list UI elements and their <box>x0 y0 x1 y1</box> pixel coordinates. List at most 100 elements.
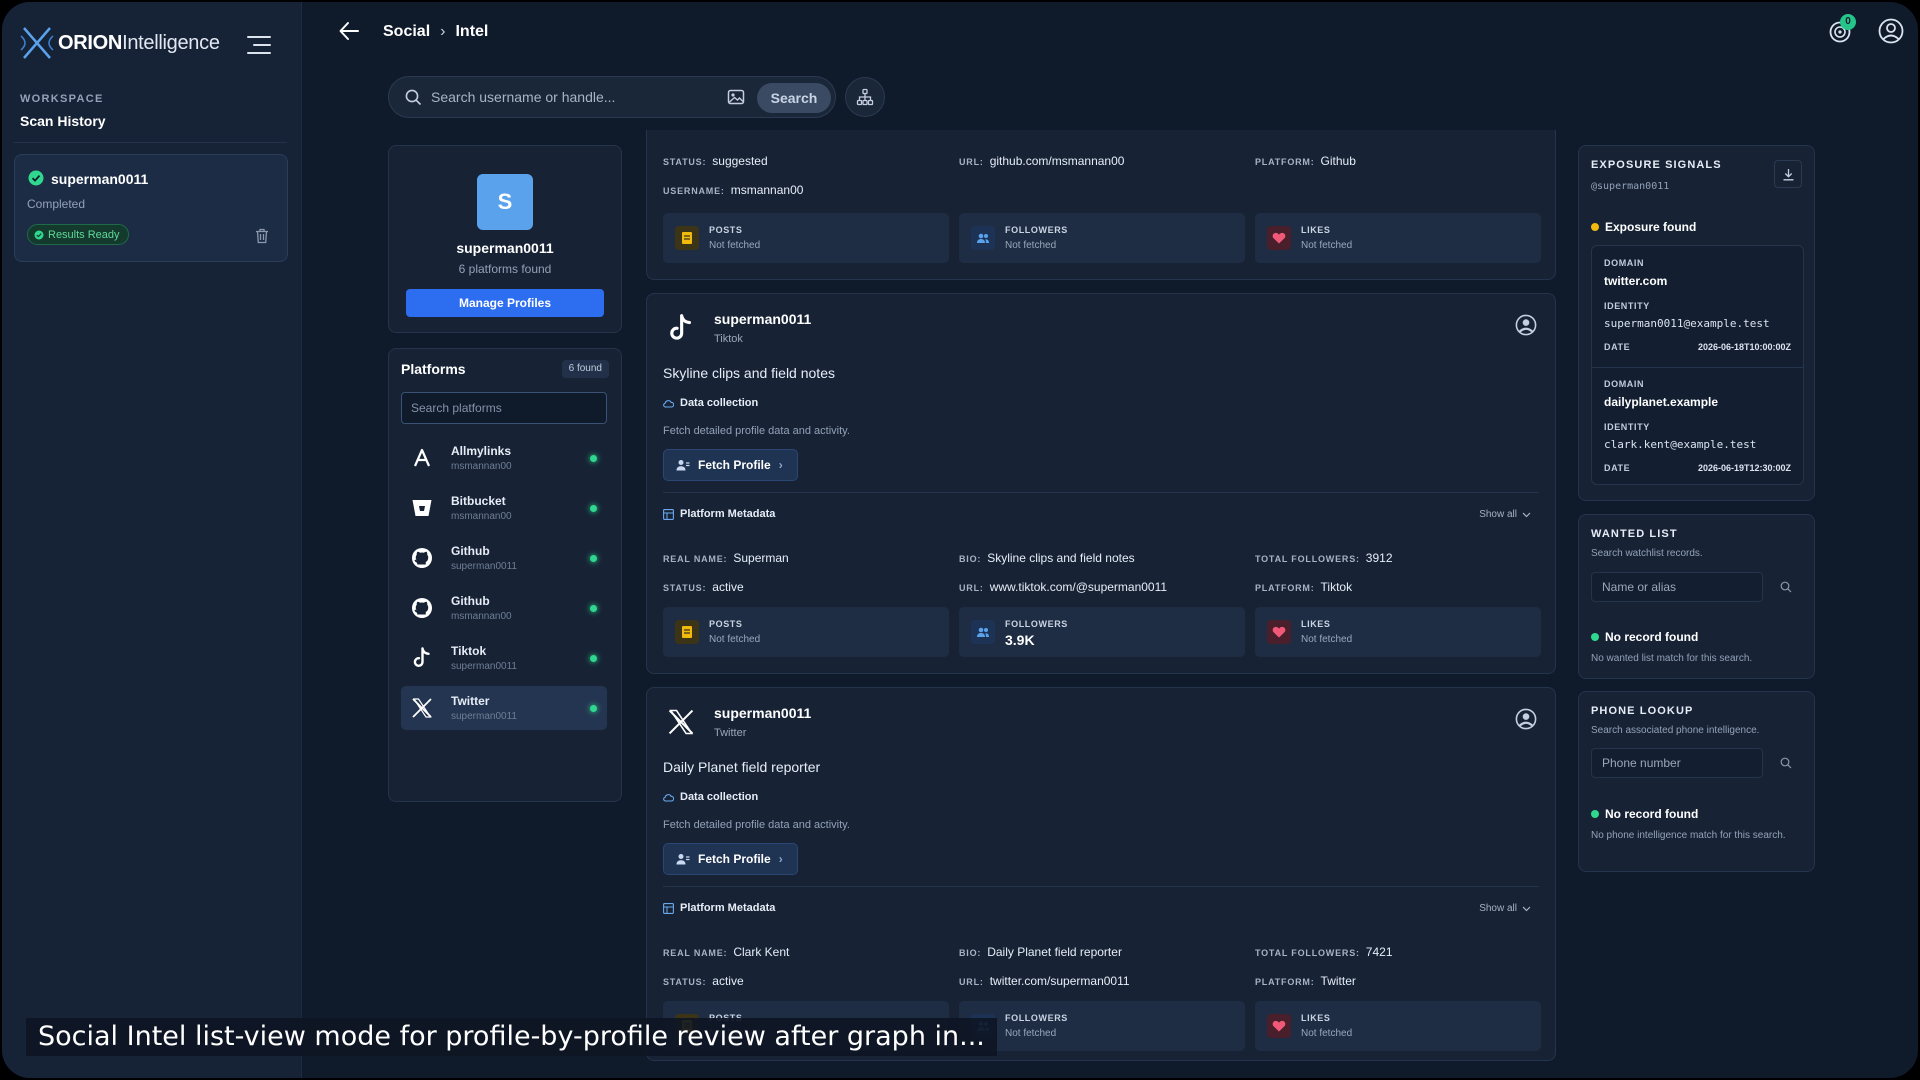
result-bio: Skyline clips and field notes <box>663 365 835 381</box>
platform-item-bitbucket[interactable]: Bitbucket msmannan00 <box>401 486 607 530</box>
cloud-icon <box>663 794 674 802</box>
download-button[interactable] <box>1774 160 1802 188</box>
user-list-icon <box>676 460 690 471</box>
tiktok-bio-field: BIO: Skyline clips and field notes <box>959 551 1135 565</box>
check-circle-icon <box>28 170 44 191</box>
show-all-toggle[interactable]: Show all <box>1479 903 1531 914</box>
platform-item-twitter[interactable]: Twitter superman0011 <box>401 686 607 730</box>
brand-logo[interactable]: ORIONIntelligence <box>20 24 220 62</box>
notifications-button[interactable]: 0 <box>1828 14 1856 49</box>
exposure-signals-panel: EXPOSURE SIGNALS @superman0011 Exposure … <box>1578 145 1815 501</box>
stat-label: POSTS <box>709 619 743 629</box>
phone-result-label: No record found <box>1605 807 1699 821</box>
network-graph-icon <box>856 88 874 106</box>
show-all-label: Show all <box>1479 903 1517 914</box>
tiktok-icon <box>663 310 699 346</box>
brand-name-light: Intelligence <box>122 31 220 54</box>
image-search-icon[interactable] <box>727 88 745 111</box>
show-all-toggle[interactable]: Show all <box>1479 509 1531 520</box>
wanted-subtitle: Search watchlist records. <box>1591 548 1703 559</box>
entry-divider <box>1592 367 1803 368</box>
menu-toggle-icon[interactable] <box>246 34 272 61</box>
twitter-real-name-field: REAL NAME: Clark Kent <box>663 945 789 959</box>
platform-item-github[interactable]: Github superman0011 <box>401 536 607 580</box>
github-status-field: STATUS: suggested <box>663 154 768 168</box>
fetch-profile-button[interactable]: Fetch Profile › <box>663 449 798 481</box>
x-twitter-icon <box>409 695 435 721</box>
followers-stat: FOLLOWERS Not fetched <box>959 213 1245 263</box>
user-account-icon[interactable] <box>1878 18 1904 49</box>
tiktok-bio: Skyline clips and field notes <box>987 551 1135 565</box>
platform-name: Github <box>451 594 490 608</box>
field-label: BIO: <box>959 554 982 564</box>
wanted-title: WANTED LIST <box>1591 528 1678 540</box>
chevron-right-icon: › <box>778 458 783 472</box>
wanted-search-input[interactable] <box>1591 572 1763 602</box>
download-icon <box>1783 168 1793 180</box>
phone-result-description: No phone intelligence match for this sea… <box>1591 830 1786 841</box>
search-icon <box>1780 757 1792 769</box>
stat-value: Not fetched <box>1301 240 1353 251</box>
data-collection-heading: Data collection <box>663 397 758 409</box>
trash-icon[interactable] <box>255 228 269 249</box>
user-circle-icon[interactable] <box>1515 708 1537 735</box>
field-label: TOTAL FOLLOWERS: <box>1255 554 1360 564</box>
chevron-down-icon <box>1522 512 1531 517</box>
platform-item-allmylinks[interactable]: Allmylinks msmannan00 <box>401 436 607 480</box>
github-status: suggested <box>712 154 768 168</box>
stat-label: FOLLOWERS <box>1005 619 1068 629</box>
tiktok-url[interactable]: www.tiktok.com/@superman0011 <box>990 580 1167 594</box>
github-url-field: URL: github.com/msmannan00 <box>959 154 1124 168</box>
tiktok-real-name: Superman <box>733 551 789 565</box>
stat-value: Not fetched <box>1005 240 1057 251</box>
platform-search-input[interactable] <box>401 392 607 424</box>
data-collection-description: Fetch detailed profile data and activity… <box>663 425 850 437</box>
search-icon <box>405 89 422 111</box>
platform-item-github-2[interactable]: Github msmannan00 <box>401 586 607 630</box>
stat-label: LIKES <box>1301 225 1331 235</box>
phone-search-button[interactable] <box>1770 748 1802 778</box>
wanted-search-button[interactable] <box>1770 572 1802 602</box>
field-label: PLATFORM: <box>1255 977 1315 987</box>
field-label: REAL NAME: <box>663 948 728 958</box>
twitter-url[interactable]: twitter.com/superman0011 <box>990 974 1130 988</box>
x-twitter-icon <box>663 704 699 740</box>
stat-value: 3.9K <box>1005 632 1035 648</box>
github-platform-field: PLATFORM: Github <box>1255 154 1356 168</box>
platform-name: Twitter <box>451 694 490 708</box>
fetch-profile-button[interactable]: Fetch Profile › <box>663 843 798 875</box>
result-card-github: STATUS: suggested URL: github.com/msmannan… <box>646 130 1556 280</box>
wanted-list-panel: WANTED LIST Search watchlist records. No… <box>1578 514 1815 679</box>
github-username: msmannan00 <box>730 183 804 197</box>
bitbucket-icon <box>409 495 435 521</box>
identity-label: IDENTITY <box>1604 301 1650 311</box>
platform-item-tiktok[interactable]: Tiktok superman0011 <box>401 636 607 680</box>
twitter-status: active <box>712 974 744 988</box>
result-username: superman0011 <box>714 311 812 327</box>
graph-view-button[interactable] <box>845 77 885 117</box>
twitter-total-followers-field: TOTAL FOLLOWERS: 7421 <box>1255 945 1393 959</box>
phone-number-input[interactable] <box>1591 748 1763 778</box>
field-label: REAL NAME: <box>663 554 728 564</box>
followers-icon <box>971 620 995 644</box>
user-circle-icon[interactable] <box>1515 314 1537 341</box>
status-dot <box>590 655 597 662</box>
stat-label: POSTS <box>709 225 743 235</box>
twitter-real-name: Clark Kent <box>733 945 790 959</box>
breadcrumb-social[interactable]: Social <box>383 23 430 41</box>
platform-username: msmannan00 <box>451 461 512 472</box>
followers-stat: FOLLOWERS 3.9K <box>959 607 1245 657</box>
show-all-label: Show all <box>1479 509 1517 520</box>
breadcrumb-intel: Intel <box>455 23 489 40</box>
github-url[interactable]: github.com/msmannan00 <box>990 154 1125 168</box>
back-arrow-icon[interactable] <box>338 20 360 47</box>
result-bio: Daily Planet field reporter <box>663 759 821 775</box>
search-button[interactable]: Search <box>757 83 831 113</box>
manage-profiles-button[interactable]: Manage Profiles <box>406 289 604 317</box>
twitter-url-field: URL: twitter.com/superman0011 <box>959 974 1130 988</box>
username-search-input[interactable] <box>431 87 711 107</box>
profile-platform-count: 6 platforms found <box>458 262 552 276</box>
platform-username: superman0011 <box>451 561 517 572</box>
orion-logo-icon <box>20 24 54 62</box>
scan-history-item[interactable]: superman0011 Completed Results Ready <box>14 154 288 262</box>
